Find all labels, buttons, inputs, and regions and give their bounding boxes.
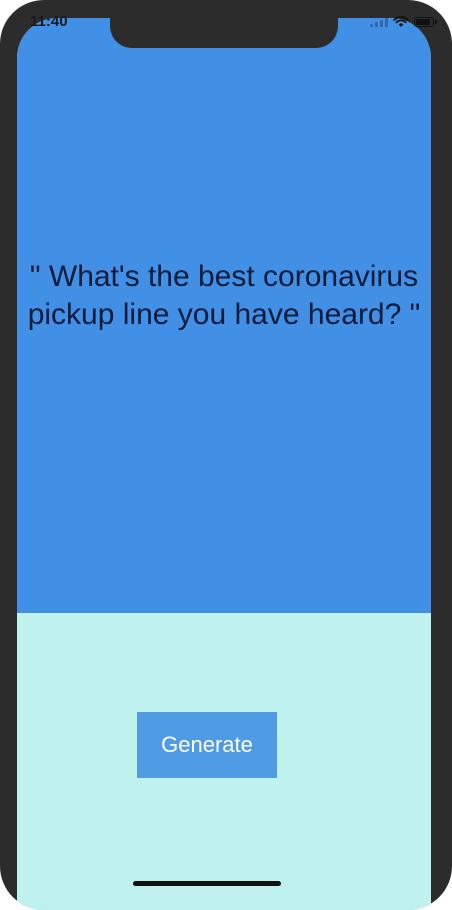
battery-icon	[414, 17, 437, 27]
question-text: " What's the best coronavirus pickup lin…	[27, 260, 421, 331]
question-panel: " What's the best coronavirus pickup lin…	[17, 18, 431, 613]
home-indicator[interactable]	[133, 881, 281, 886]
status-icons	[370, 16, 437, 28]
signal-icon	[370, 17, 388, 27]
device-notch	[110, 18, 338, 48]
generate-button[interactable]: Generate	[137, 712, 277, 778]
phone-device: " What's the best coronavirus pickup lin…	[0, 0, 452, 910]
wifi-icon	[393, 16, 409, 27]
status-time: 11:40	[30, 13, 68, 30]
